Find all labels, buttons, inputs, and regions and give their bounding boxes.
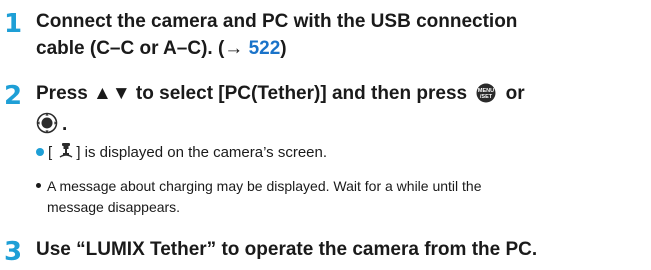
page-link-522[interactable]: 522	[249, 38, 281, 59]
step-3-number: 3	[4, 237, 23, 267]
note-line-1: A message about charging may be displaye…	[47, 178, 482, 194]
note-dot-icon	[36, 183, 41, 188]
step-2-instruction: Press ▲▼ to select [PC(Tether)] and then…	[36, 83, 468, 104]
step-2-text: Press ▲▼ to select [PC(Tether)] and then…	[36, 80, 645, 142]
step-2-note: A message about charging may be displaye…	[36, 176, 645, 218]
step-1-text: Connect the camera and PC with the USB c…	[36, 8, 645, 62]
tether-connection-icon	[59, 142, 73, 167]
note-line-2: message disappears.	[47, 199, 181, 215]
step-1-line2-suffix: )	[280, 38, 287, 59]
svg-text:/SET: /SET	[480, 94, 493, 100]
step-1-line2-prefix: cable (C–C or A–C). (→	[36, 38, 249, 59]
step-2-bullet: [ ] is displayed on the camera’s screen.	[36, 142, 645, 167]
bullet-dot-icon	[36, 148, 44, 156]
step-2-or: or	[505, 83, 525, 104]
bullet-open: [	[48, 144, 53, 161]
bullet-text: ] is displayed on the camera’s screen.	[76, 144, 328, 161]
joystick-button-icon	[36, 112, 58, 142]
step-1: 1 Connect the camera and PC with the USB…	[0, 8, 651, 72]
step-1-number: 1	[4, 9, 23, 39]
step-3-text: Use “LUMIX Tether” to operate the camera…	[36, 239, 538, 260]
step-2-period: .	[62, 114, 68, 135]
step-3: 3 Use “LUMIX Tether” to operate the came…	[0, 236, 651, 266]
step-1-line1: Connect the camera and PC with the USB c…	[36, 11, 518, 32]
step-2: 2 Press ▲▼ to select [PC(Tether)] and th…	[0, 80, 651, 230]
step-2-number: 2	[4, 81, 23, 111]
menu-set-button-icon: MENU /SET	[476, 83, 496, 111]
